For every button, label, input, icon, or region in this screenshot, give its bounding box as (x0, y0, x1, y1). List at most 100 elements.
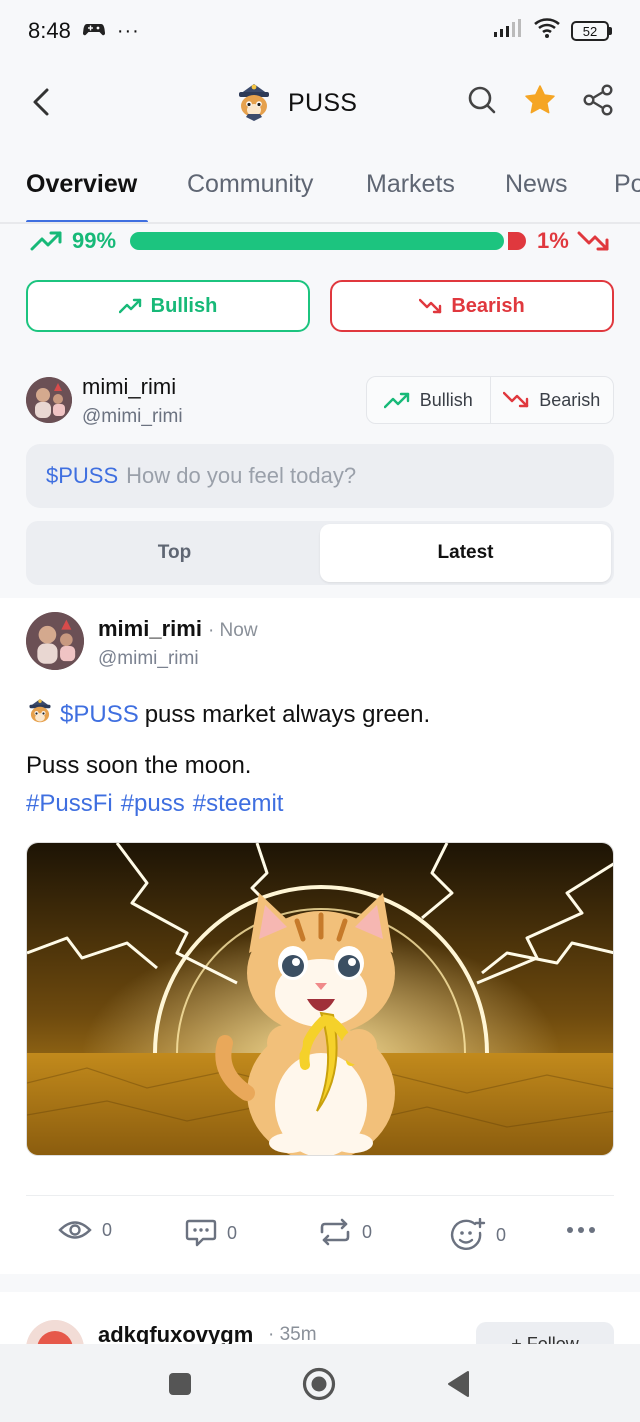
wifi-icon (533, 17, 561, 45)
tab-community[interactable]: Community (187, 170, 313, 199)
feed-sort-toggle: Top Latest (26, 521, 614, 585)
views-count: 0 (102, 1219, 113, 1240)
search-icon (468, 86, 496, 114)
react-button[interactable]: 0 (450, 1218, 506, 1252)
hashtag-link[interactable]: #puss (121, 790, 185, 818)
trend-up-icon (30, 231, 62, 251)
tab-news[interactable]: News (505, 170, 568, 199)
post-author-name[interactable]: mimi_rimi (98, 616, 202, 642)
system-navigation-bar (0, 1344, 640, 1422)
avatar[interactable] (26, 377, 72, 423)
post-author-handle: @mimi_rimi (98, 648, 199, 669)
post-composer-input[interactable]: $PUSS How do you feel today? (26, 444, 614, 508)
sentiment-bar (130, 232, 526, 250)
recents-button[interactable] (160, 1364, 200, 1404)
trend-down-icon (577, 231, 609, 251)
trend-down-icon (419, 298, 442, 314)
triangle-back-icon (448, 1371, 469, 1397)
puss-token-icon (234, 80, 274, 127)
more-options-button[interactable] (566, 1226, 596, 1234)
repost-icon (320, 1218, 350, 1246)
repost-button[interactable]: 0 (318, 1218, 372, 1246)
top-app-bar: PUSS (0, 62, 640, 142)
more-horizontal-icon (567, 1227, 595, 1233)
views-button[interactable]: 0 (58, 1218, 112, 1242)
token-title: PUSS (234, 80, 357, 127)
square-icon (169, 1373, 191, 1395)
bearish-percentage: 1% (537, 228, 611, 254)
sentiment-toggle: Bullish Bearish (366, 376, 614, 424)
favorite-button[interactable] (522, 82, 558, 118)
cat-with-banana-image (27, 843, 613, 1155)
trend-up-icon (118, 298, 141, 314)
share-button[interactable] (580, 82, 616, 118)
search-button[interactable] (464, 82, 500, 118)
bullish-percentage: 99% (30, 228, 116, 254)
trend-down-icon (503, 391, 529, 408)
comment-icon (185, 1219, 217, 1247)
tab-markets[interactable]: Markets (366, 170, 455, 199)
sort-latest-tab[interactable]: Latest (320, 524, 611, 582)
status-bar: 8:48 ··· 52 (0, 0, 640, 62)
post-ticker-link[interactable]: $PUSS (60, 701, 139, 729)
vote-bullish-label: Bullish (150, 294, 218, 317)
compose-handle: @mimi_rimi (82, 406, 183, 427)
battery-level: 52 (571, 21, 609, 41)
post-hashtags: #PussFi #puss #steemit (26, 790, 283, 818)
toggle-bearish[interactable]: Bearish (489, 377, 614, 423)
repost-count: 0 (362, 1221, 373, 1242)
avatar[interactable] (26, 612, 84, 670)
toggle-bullish-label: Bullish (419, 389, 473, 410)
post-body-line1: $PUSS puss market always green. (26, 696, 430, 733)
comment-count: 0 (227, 1222, 238, 1243)
eye-icon (58, 1221, 92, 1239)
post-time: · Now (207, 620, 258, 641)
app-screen: 8:48 ··· 52 PUSS Overview Community Mark… (0, 0, 640, 1422)
sentiment-meter: 99% 1% (0, 226, 640, 256)
post-image[interactable] (26, 842, 614, 1156)
bearish-percent-value: 1% (537, 228, 569, 253)
composer-ticker: $PUSS (46, 463, 119, 488)
feed-post: mimi_rimi · Now @mimi_rimi $PUSS puss ma… (0, 598, 640, 1274)
bullish-percent-value: 99% (72, 228, 117, 253)
compose-username: mimi_rimi (82, 374, 177, 399)
sort-top-tab[interactable]: Top (29, 524, 320, 582)
add-reaction-icon (450, 1218, 486, 1250)
back-nav-button[interactable] (438, 1364, 478, 1404)
game-controller-icon (82, 18, 105, 44)
post-actions: 0 0 0 0 (0, 1218, 640, 1258)
signal-icon (493, 18, 523, 44)
tab-bar: Overview Community Markets News Po (0, 160, 640, 224)
tab-overview[interactable]: Overview (26, 170, 137, 199)
puss-token-icon (26, 696, 54, 733)
bearish-fill (508, 232, 526, 250)
toggle-bearish-label: Bearish (539, 389, 601, 410)
composer-placeholder: How do you feel today? (126, 463, 357, 488)
tab-more[interactable]: Po (614, 170, 640, 199)
home-button[interactable] (299, 1364, 339, 1404)
star-icon (525, 85, 555, 114)
reaction-count: 0 (496, 1224, 507, 1245)
share-icon (583, 84, 613, 116)
vote-bullish-button[interactable]: Bullish (26, 280, 310, 332)
vote-bearish-button[interactable]: Bearish (330, 280, 614, 332)
toggle-bullish[interactable]: Bullish (367, 377, 490, 423)
battery-icon: 52 (571, 21, 612, 41)
back-button[interactable] (24, 84, 58, 120)
post-text: puss market always green. (144, 700, 431, 728)
bullish-fill (130, 232, 504, 250)
comment-button[interactable]: 0 (185, 1218, 237, 1248)
post-body-line2: Puss soon the moon. (26, 752, 252, 779)
next-feed-post: M adkqfuxovygm · 35m + Follow (0, 1292, 640, 1352)
hashtag-link[interactable]: #steemit (193, 790, 284, 818)
page-title: PUSS (288, 89, 358, 117)
hashtag-link[interactable]: #PussFi (26, 790, 113, 818)
clock: 8:48 (28, 18, 71, 43)
circle-home-icon (302, 1367, 336, 1401)
active-tab-indicator (26, 220, 148, 222)
trend-up-icon (383, 392, 409, 409)
overflow-dots: ··· (116, 19, 140, 42)
divider (26, 1195, 614, 1196)
next-post-time: · 35m (268, 1324, 317, 1345)
vote-bearish-label: Bearish (451, 294, 525, 317)
